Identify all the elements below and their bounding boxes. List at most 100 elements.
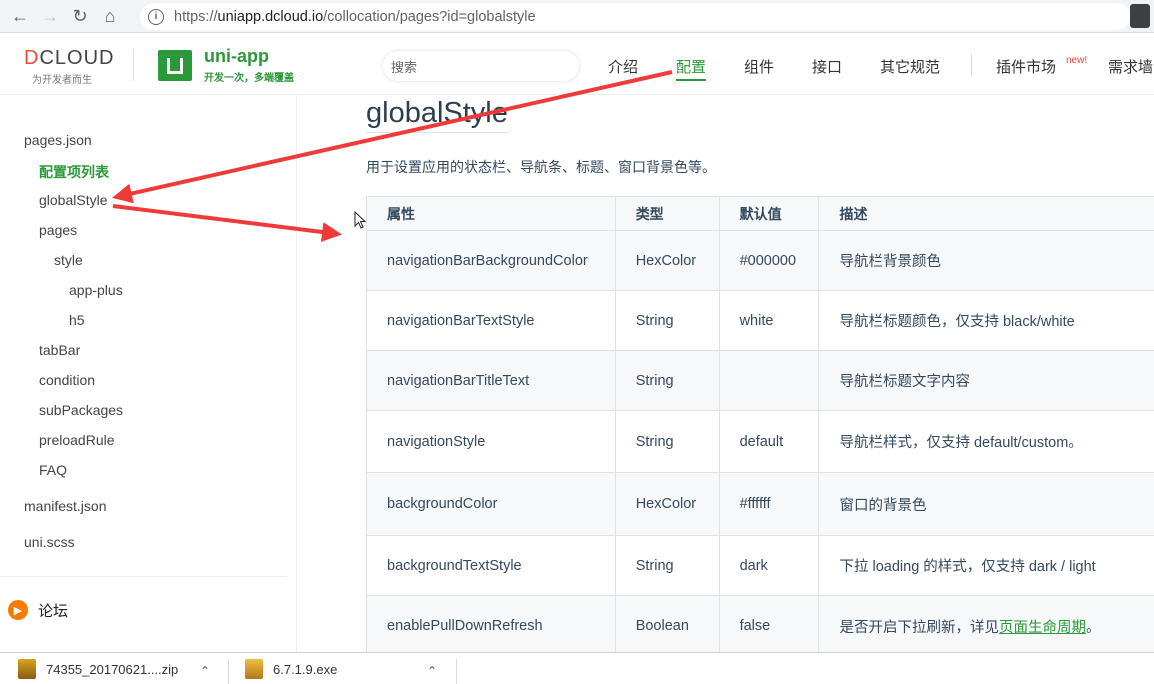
sidebar-item-pages-json[interactable]: pages.json [24,132,92,148]
table-cell-type: String [615,351,720,410]
table-row: navigationBarTitleText String 导航栏标题文字内容 [367,351,1154,411]
home-icon[interactable]: ⌂ [96,2,124,30]
extension-icon[interactable] [1130,4,1150,28]
table-cell-type: Boolean [615,596,720,652]
table-header-cell: 描述 [819,197,1154,230]
sidebar-item-h5[interactable]: h5 [69,312,85,328]
nav-config[interactable]: 配置 [676,56,707,81]
sidebar-item-uni-scss[interactable]: uni.scss [24,534,75,550]
sidebar-item-manifest-json[interactable]: manifest.json [24,498,106,514]
table-row: enablePullDownRefresh Boolean false 是否开启… [367,596,1154,652]
description-suffix: 。 [1085,619,1101,636]
table-cell-property: navigationStyle [367,411,616,472]
url-path: /collocation/pages?id=globalstyle [323,8,536,25]
table-cell-property: backgroundColor [367,473,616,535]
forward-icon[interactable]: → [36,2,64,30]
table-cell-type: String [615,291,720,350]
forum-icon[interactable]: ▶ [8,600,28,620]
sidebar-item-pages[interactable]: pages [39,222,77,238]
browser-toolbar: ← → ↻ ⌂ i https://uniapp.dcloud.io/collo… [0,0,1154,33]
nav-plugin-market[interactable]: 插件市场 [996,56,1056,77]
forum-link[interactable]: 论坛 [38,600,68,621]
mouse-cursor-icon [354,211,366,229]
dcloud-name-rest: CLOUD [39,47,115,69]
dcloud-name-d: D [24,47,40,69]
table-cell-default: dark [719,536,820,595]
table-cell-type: String [615,536,720,595]
site-header: DCLOUD 为开发者而生 uni-app 开发一次，多端覆盖 搜索 介绍 配置… [0,33,1154,95]
page-lifecycle-link[interactable]: 页面生命周期 [999,616,1086,637]
table-cell-default: #000000 [719,231,820,290]
uni-app-logo-icon[interactable] [158,50,192,81]
download-item[interactable]: 74355_20170621....zip [18,653,178,684]
search-placeholder: 搜索 [391,59,418,75]
nav-intro[interactable]: 介绍 [608,56,638,77]
nav-requests[interactable]: 需求墙 [1108,56,1153,77]
table-header-row: 属性 类型 默认值 描述 [367,197,1154,231]
sidebar-item-condition[interactable]: condition [39,372,95,388]
table-cell-default: false [719,596,820,652]
address-bar[interactable]: i https://uniapp.dcloud.io/collocation/p… [140,3,1130,30]
chevron-up-icon[interactable]: ⌃ [427,664,437,678]
table-cell-description: 导航栏背景颜色 [819,231,1154,290]
nav-api[interactable]: 接口 [812,56,842,77]
table-row: navigationBarBackgroundColor HexColor #0… [367,231,1154,291]
table-cell-default: #ffffff [719,473,820,535]
dcloud-logo[interactable]: DCLOUD 为开发者而生 [24,47,116,86]
sidebar-item-app-plus[interactable]: app-plus [69,282,123,298]
reload-icon[interactable]: ↻ [66,2,94,30]
table-cell-description: 窗口的背景色 [819,473,1154,535]
table-cell-type: HexColor [615,231,720,290]
search-input[interactable]: 搜索 [382,50,580,82]
table-row: navigationStyle String default 导航栏样式，仅支持… [367,411,1154,473]
url-host: uniapp.dcloud.io [217,8,324,25]
table-cell-property: navigationBarBackgroundColor [367,231,616,290]
table-cell-description: 导航栏标题文字内容 [819,351,1154,410]
table-cell-type: String [615,411,720,472]
table-cell-description: 导航栏标题颜色，仅支持 black/white [819,291,1154,350]
table-header-cell: 默认值 [719,197,820,230]
table-cell-default: default [719,411,820,472]
nav-other-specs[interactable]: 其它规范 [880,56,940,77]
sidebar-item-globalstyle[interactable]: globalStyle [39,192,108,208]
download-filename: 74355_20170621....zip [46,661,179,677]
sidebar-item-subpackages[interactable]: subPackages [39,402,123,418]
sidebar-item-tabbar[interactable]: tabBar [39,342,80,358]
table-row: backgroundColor HexColor #ffffff 窗口的背景色 [367,473,1154,536]
page-description: 用于设置应用的状态栏、导航条、标题、窗口背景色等。 [366,159,716,175]
table-row: backgroundTextStyle String dark 下拉 loadi… [367,536,1154,596]
url-prefix: https:// [174,8,218,25]
sidebar-item-preloadrule[interactable]: preloadRule [39,432,115,448]
info-icon[interactable]: i [148,8,164,25]
table-cell-description: 是否开启下拉刷新，详见 页面生命周期。 [819,596,1154,652]
chevron-up-icon[interactable]: ⌃ [200,664,210,678]
downloads-bar: 74355_20170621....zip ⌃ 6.7.1.9.exe ⌃ [0,652,1154,684]
table-cell-type: HexColor [615,473,720,535]
page-title: globalStyle [366,97,508,133]
dcloud-slogan: 为开发者而生 [32,75,92,86]
zip-file-icon [18,659,36,679]
table-row: navigationBarTextStyle String white 导航栏标… [367,291,1154,351]
sidebar: pages.json 配置项列表 globalStyle pages style… [0,95,297,652]
table-header-cell: 类型 [615,197,720,230]
table-cell-property: enablePullDownRefresh [367,596,616,652]
nav-components[interactable]: 组件 [744,56,774,77]
sidebar-item-config-list[interactable]: 配置项列表 [39,162,109,182]
main-content: globalStyle 用于设置应用的状态栏、导航条、标题、窗口背景色等。 属性… [298,95,1154,652]
table-cell-description: 下拉 loading 的样式，仅支持 dark / light [819,536,1154,595]
description-text: 是否开启下拉刷新，详见 [839,619,999,636]
back-icon[interactable]: ← [6,2,34,30]
sidebar-item-faq[interactable]: FAQ [39,462,67,478]
table-cell-property: navigationBarTextStyle [367,291,616,350]
download-filename: 6.7.1.9.exe [273,661,338,677]
header-divider [133,49,134,81]
downloads-divider [456,659,457,684]
sidebar-divider [0,576,287,577]
uni-app-name[interactable]: uni-app [204,46,269,67]
new-badge: new! [1066,55,1088,66]
sidebar-item-style[interactable]: style [54,252,83,268]
table-cell-property: navigationBarTitleText [367,351,616,410]
downloads-divider [228,659,229,684]
uni-app-slogan: 开发一次，多端覆盖 [204,73,294,84]
download-item[interactable]: 6.7.1.9.exe [245,653,337,684]
